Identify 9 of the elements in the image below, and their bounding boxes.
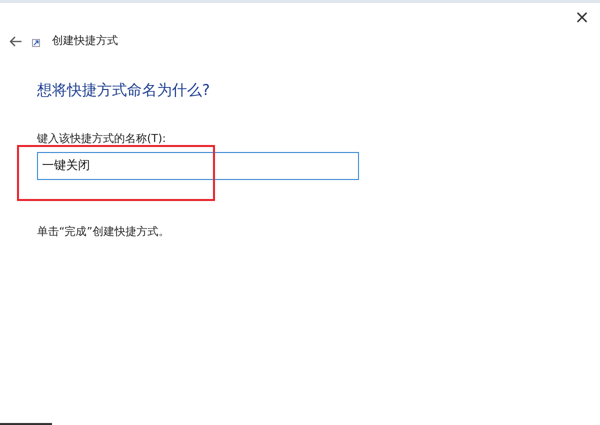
close-button[interactable]: ×: [570, 7, 594, 29]
page-heading: 想将快捷方式命名为什么?: [37, 80, 211, 100]
window-title: 创建快捷方式: [52, 33, 118, 49]
instruction-text: 单击“完成”创建快捷方式。: [37, 224, 170, 240]
name-input-field[interactable]: 一键关闭: [37, 152, 359, 180]
back-button[interactable]: [8, 34, 22, 48]
shortcut-icon: [32, 39, 40, 48]
back-arrow-icon: [8, 36, 22, 47]
field-label: 键入该快捷方式的名称(T):: [37, 131, 168, 148]
